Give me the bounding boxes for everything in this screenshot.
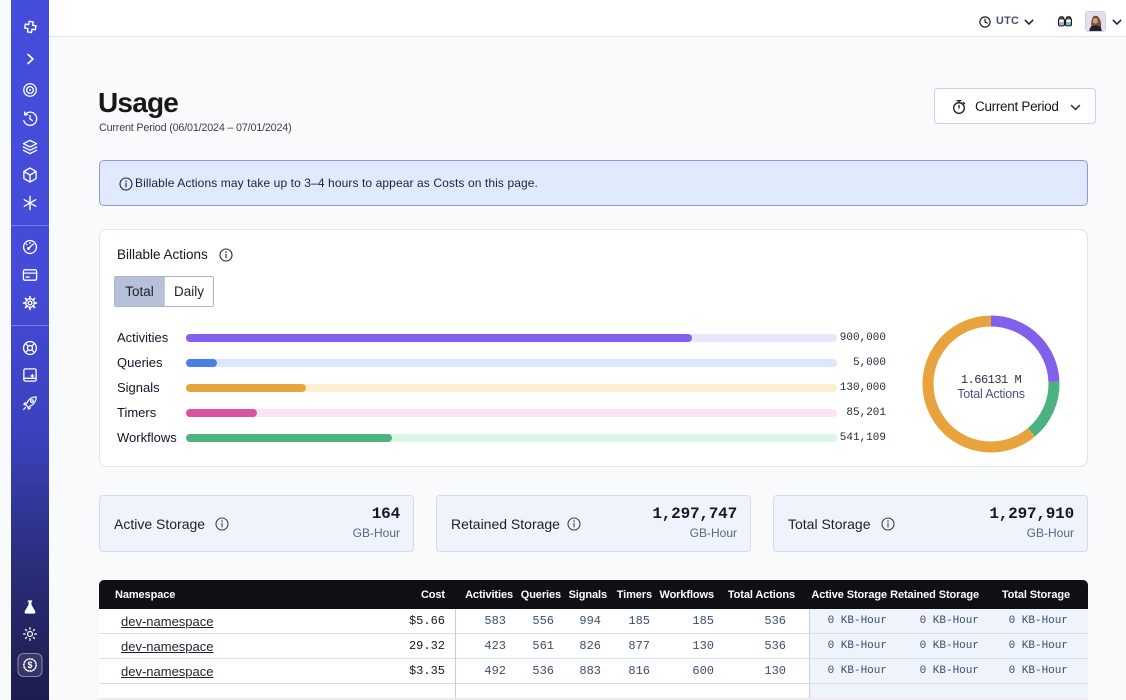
svg-text:$: $: [28, 660, 33, 670]
